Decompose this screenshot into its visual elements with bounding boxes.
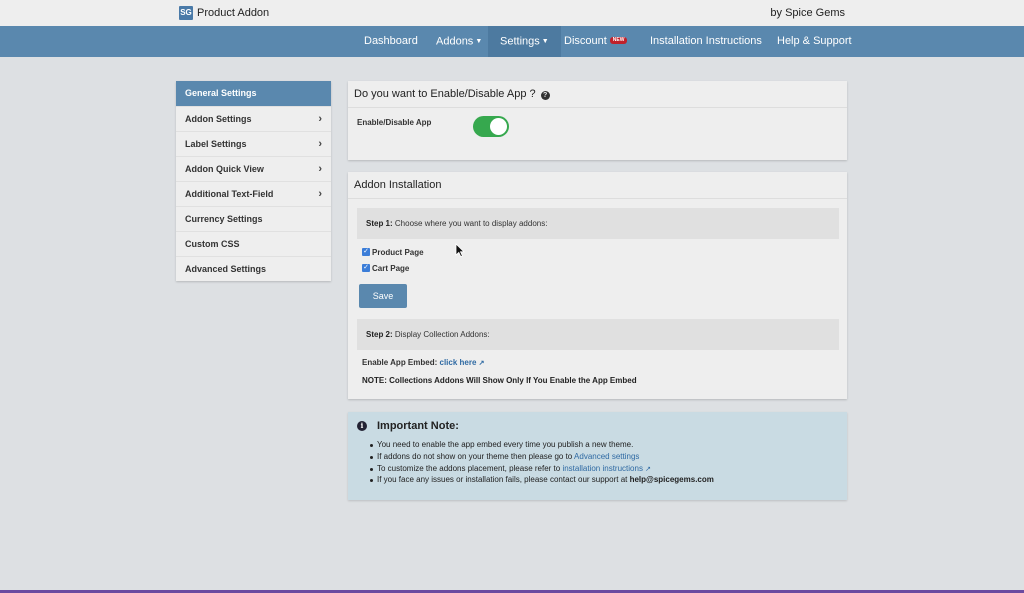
nav-discount-label: Discount <box>564 35 607 47</box>
nav-settings-label: Settings <box>500 35 540 48</box>
installation-instructions-link[interactable]: installation instructions <box>562 464 642 473</box>
mouse-cursor-icon <box>455 243 465 258</box>
enable-app-title: Do you want to Enable/Disable App ? <box>354 88 536 100</box>
nav-addons[interactable]: Addons ▼ <box>424 26 494 57</box>
caret-down-icon: ▼ <box>475 38 483 45</box>
nav-installation-instructions[interactable]: Installation Instructions <box>638 26 774 57</box>
new-badge: NEW <box>609 37 628 44</box>
product-page-label: Product Page <box>372 248 424 257</box>
sidebar-item-custom-css[interactable]: Custom CSS <box>176 231 331 256</box>
note-item-3: To customize the addons placement, pleas… <box>370 463 714 475</box>
important-note-list: You need to enable the app embed every t… <box>370 439 714 486</box>
addon-installation-card-header: Addon Installation <box>348 172 847 199</box>
sidebar-item-label: Addon Quick View <box>185 164 264 174</box>
product-page-checkbox[interactable]: ✓ <box>362 248 370 256</box>
sidebar-item-label: Advanced Settings <box>185 264 267 274</box>
nav-help-label: Help & Support <box>777 35 852 47</box>
step2-text: Display Collection Addons: <box>394 330 490 339</box>
nav-settings[interactable]: Settings ▼ <box>488 26 561 57</box>
enable-app-toggle[interactable] <box>473 116 509 137</box>
chevron-right-icon: › <box>318 188 322 200</box>
sidebar-item-label: Custom CSS <box>185 239 240 249</box>
note-item-4: If you face any issues or installation f… <box>370 474 714 486</box>
sidebar-item-label: Additional Text-Field <box>185 189 274 199</box>
sidebar-item-label-settings[interactable]: Label Settings › <box>176 131 331 156</box>
sidebar-item-label: Currency Settings <box>185 214 263 224</box>
nav-addons-label: Addons <box>436 35 474 48</box>
note-text: If addons do not show on your theme then… <box>377 451 573 461</box>
note-item-1: You need to enable the app embed every t… <box>370 439 714 451</box>
sidebar-item-addon-settings[interactable]: Addon Settings › <box>176 106 331 131</box>
click-here-link[interactable]: click here <box>440 358 477 367</box>
sidebar-item-label: Addon Settings <box>185 114 252 124</box>
top-bar: SG Product Addon by Spice Gems <box>0 0 1024 26</box>
external-link-icon: ↗ <box>478 360 485 367</box>
save-button[interactable]: Save <box>359 284 407 308</box>
cart-page-checkbox[interactable]: ✓ <box>362 264 370 272</box>
step1-box: Step 1: Choose where you want to display… <box>357 208 839 239</box>
step2-prefix: Step 2: <box>366 330 393 339</box>
nav-installation-label: Installation Instructions <box>650 35 762 47</box>
note-text: You need to enable the app embed every t… <box>377 440 634 449</box>
enable-app-embed-row: Enable App Embed: click here ↗ <box>362 358 485 367</box>
step1-prefix: Step 1: <box>366 219 393 228</box>
enable-app-embed-label: Enable App Embed: <box>362 358 438 367</box>
question-circle-icon[interactable]: ? <box>540 91 550 100</box>
vendor-byline: by Spice Gems <box>770 7 845 19</box>
sidebar-item-addon-quick-view[interactable]: Addon Quick View › <box>176 156 331 181</box>
app-title: Product Addon <box>197 7 270 19</box>
advanced-settings-link[interactable]: Advanced settings <box>574 452 639 461</box>
support-email: help@spicegems.com <box>629 475 714 485</box>
toggle-knob <box>490 118 507 135</box>
cart-page-label: Cart Page <box>372 264 410 273</box>
nav-dashboard-label: Dashboard <box>364 35 418 47</box>
sidebar-item-advanced-settings[interactable]: Advanced Settings <box>176 256 331 281</box>
nav-discount[interactable]: Discount NEW <box>552 26 639 57</box>
settings-sidebar: General Settings Addon Settings › Label S… <box>176 81 331 281</box>
sidebar-item-general-settings[interactable]: General Settings <box>176 81 331 106</box>
collections-note: NOTE: Collections Addons Will Show Only … <box>362 376 637 385</box>
caret-down-icon: ▼ <box>541 38 549 45</box>
toggle-label: Enable/Disable App <box>357 118 432 127</box>
important-note-title: Important Note: <box>377 420 459 432</box>
sidebar-item-additional-text-field[interactable]: Additional Text-Field › <box>176 181 331 206</box>
enable-app-card-header: Do you want to Enable/Disable App ? ? <box>348 81 847 108</box>
note-text: To customize the addons placement, pleas… <box>377 463 561 473</box>
external-link-icon: ↗ <box>645 465 652 473</box>
note-item-2: If addons do not show on your theme then… <box>370 451 714 463</box>
step2-box: Step 2: Display Collection Addons: <box>357 319 839 350</box>
chevron-right-icon: › <box>318 163 322 175</box>
sidebar-item-label: General Settings <box>185 88 257 98</box>
note-text: If you face any issues or installation f… <box>377 475 628 485</box>
info-icon: i <box>357 421 367 431</box>
addon-installation-title: Addon Installation <box>354 179 442 191</box>
step1-text: Choose where you want to display addons: <box>394 219 548 228</box>
sidebar-item-currency-settings[interactable]: Currency Settings <box>176 206 331 231</box>
sidebar-item-label: Label Settings <box>185 139 247 149</box>
nav-dashboard[interactable]: Dashboard <box>352 26 430 57</box>
main-nav: Dashboard Addons ▼ Settings ▼ Discount NEW … <box>0 26 1024 57</box>
nav-help-support[interactable]: Help & Support <box>765 26 864 57</box>
app-logo: SG <box>179 6 193 20</box>
chevron-right-icon: › <box>318 113 322 125</box>
chevron-right-icon: › <box>318 138 322 150</box>
